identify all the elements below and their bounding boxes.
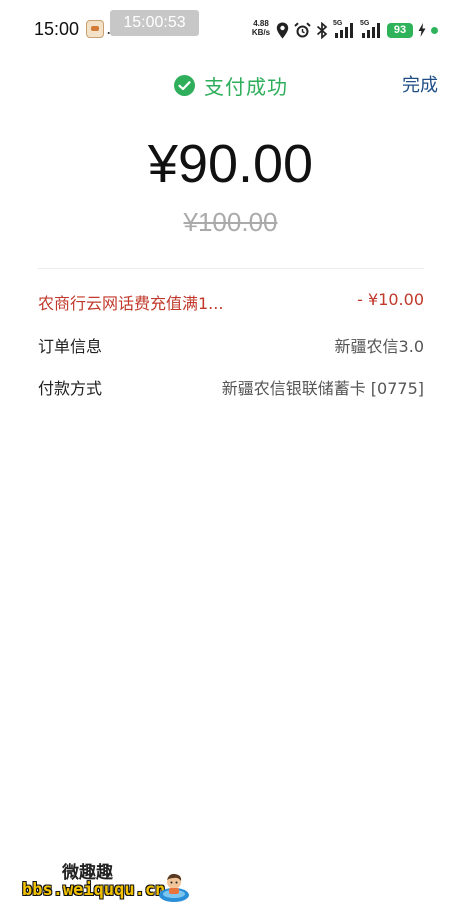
network-speed-value: 4.88: [253, 19, 269, 28]
charging-icon: [418, 23, 426, 37]
screen-recorder-timestamp: 15:00:53: [110, 10, 199, 36]
discount-label: 农商行云网话费充值满1...: [38, 294, 224, 313]
order-info-value: 新疆农信3.0: [334, 337, 424, 356]
discount-row[interactable]: 农商行云网话费充值满1... - ¥10.00: [38, 290, 424, 314]
network-speed-unit: KB/s: [251, 28, 271, 37]
battery-level: 93: [387, 22, 413, 38]
network-speed: 4.88 KB/s: [249, 19, 273, 37]
payment-method-value: 新疆农信银联储蓄卡 [0775]: [221, 379, 424, 398]
location-icon: [276, 22, 289, 38]
order-info-row[interactable]: 订单信息 新疆农信3.0: [38, 333, 424, 357]
alarm-icon: [294, 21, 311, 37]
watermark: 微趣趣 bbs.weiququ.cn: [20, 856, 200, 906]
signal-sim2-icon: 5G: [360, 20, 382, 38]
done-button[interactable]: 完成: [402, 71, 438, 97]
watermark-url: bbs.weiququ.cn: [22, 880, 166, 900]
app-notification-icon: [86, 20, 104, 38]
privacy-indicator-dot: [431, 26, 438, 34]
status-time: 15:00: [34, 19, 80, 39]
divider: [38, 268, 424, 269]
mascot-icon: [159, 873, 189, 902]
paid-amount: ¥90.00: [147, 134, 314, 194]
discount-value: - ¥10.00: [357, 290, 424, 309]
check-circle-icon: [174, 75, 195, 96]
status-icons: 5G 5G 93: [276, 20, 438, 40]
bluetooth-icon: [316, 21, 328, 39]
page-title: 支付成功: [204, 75, 288, 99]
status-bar: 15:00 … 15:00:53 4.88 KB/s 5G: [0, 0, 461, 50]
payment-method-row[interactable]: 付款方式 新疆农信银联储蓄卡 [0775]: [38, 375, 424, 399]
payment-success-header: 支付成功 完成: [0, 70, 461, 100]
payment-method-label: 付款方式: [38, 379, 103, 398]
signal-sim1-icon: 5G: [333, 20, 355, 38]
original-amount: ¥100.00: [183, 207, 278, 237]
order-info-label: 订单信息: [38, 337, 103, 356]
